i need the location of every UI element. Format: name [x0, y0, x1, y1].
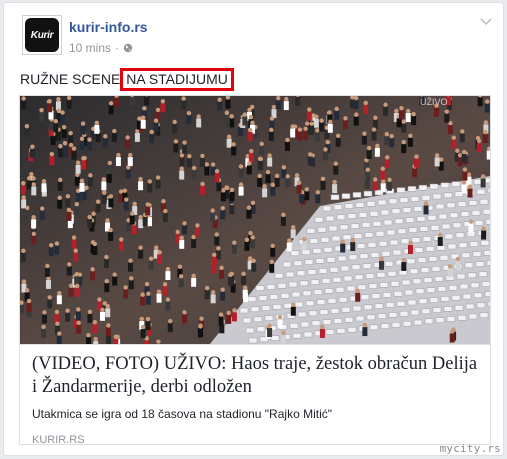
status-text-highlighted: NA STADIJUMU [120, 68, 234, 91]
post-meta: 10 mins · [69, 41, 133, 55]
page-avatar[interactable]: Kurir [22, 15, 62, 55]
link-domain: KURIR.RS [32, 434, 85, 446]
kurir-logo: Kurir [25, 18, 59, 52]
post-card: Kurir kurir-info.rs 10 mins · RUŽNE SCEN… [3, 2, 504, 456]
link-attachment[interactable]: UŽIVO (VIDEO, FOTO) UŽIVO: Haos traje, ž… [19, 95, 491, 446]
link-info[interactable]: (VIDEO, FOTO) UŽIVO: Haos traje, žestok … [20, 344, 490, 446]
watermark: mycity.rs [439, 442, 501, 455]
link-description: Utakmica se igra od 18 časova na stadion… [32, 407, 332, 421]
globe-icon [123, 43, 133, 53]
link-title[interactable]: (VIDEO, FOTO) UŽIVO: Haos traje, žestok … [32, 353, 480, 399]
post-status-text: RUŽNE SCENE NA STADIJUMU [20, 68, 234, 91]
link-preview-image[interactable]: UŽIVO [20, 96, 490, 344]
stadium-crowd-image: UŽIVO [20, 96, 490, 344]
chevron-down-icon[interactable] [479, 17, 493, 27]
post-timestamp[interactable]: 10 mins [69, 41, 111, 55]
page-name-link[interactable]: kurir-info.rs [69, 19, 148, 35]
status-text-plain: RUŽNE SCENE [20, 71, 121, 87]
meta-separator: · [115, 41, 120, 55]
broadcast-overlay-text: UŽIVO [420, 97, 448, 107]
